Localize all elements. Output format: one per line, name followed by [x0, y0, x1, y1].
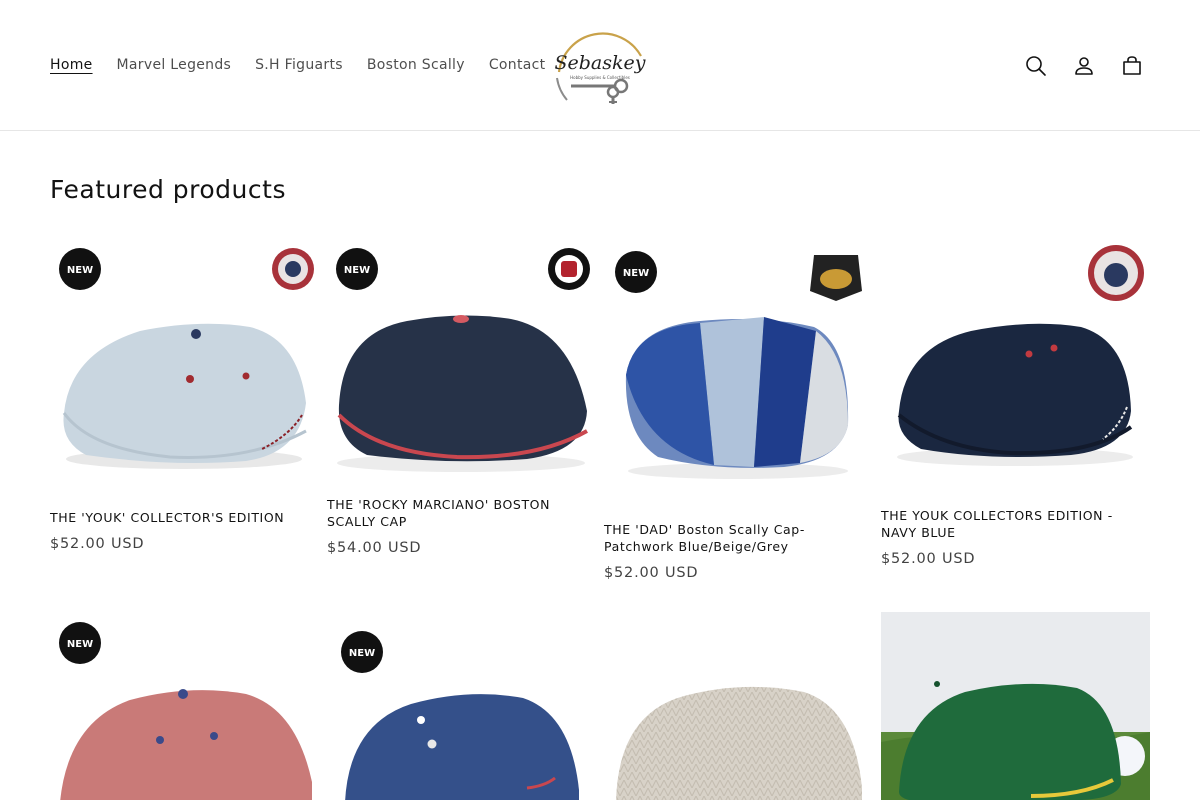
product-card[interactable]: NEW THE 'ROCKY MARCIANO' BOSTON SCALLY C… [327, 235, 596, 556]
product-image[interactable] [881, 612, 1150, 800]
product-image[interactable]: NEW [50, 235, 319, 490]
svg-text:NEW: NEW [344, 265, 370, 276]
product-title[interactable]: THE 'YOUK' COLLECTOR'S EDITION [50, 509, 319, 526]
product-image[interactable] [604, 612, 873, 800]
nav-item-contact[interactable]: Contact [477, 54, 558, 76]
product-card[interactable] [881, 612, 1150, 800]
product-price: $54.00 USD [327, 540, 422, 556]
site-header: Home Marvel Legends S.H Figuarts Boston … [0, 0, 1200, 131]
svg-text:NEW: NEW [67, 639, 93, 650]
svg-text:NEW: NEW [67, 265, 93, 276]
product-image[interactable] [881, 235, 1150, 490]
product-price: $52.00 USD [881, 551, 976, 567]
product-card[interactable]: NEW THE 'DAD' Boston Scally Cap-Patchwor… [604, 235, 873, 581]
product-card[interactable] [604, 612, 873, 800]
svg-text:Sebaskey: Sebaskey [555, 52, 646, 74]
site-logo[interactable]: Sebaskey Hobby Supplies & Collectibles [553, 26, 647, 106]
product-price: $52.00 USD [604, 565, 699, 581]
main-nav: Home Marvel Legends S.H Figuarts Boston … [38, 54, 557, 76]
product-image[interactable]: NEW [327, 612, 596, 800]
account-icon [1075, 57, 1093, 75]
nav-item-sh-figuarts[interactable]: S.H Figuarts [243, 54, 355, 76]
svg-text:NEW: NEW [349, 648, 375, 659]
header-icons [1014, 44, 1154, 88]
section-title: Featured products [50, 175, 286, 204]
search-icon [1026, 56, 1046, 76]
svg-text:NEW: NEW [623, 268, 649, 279]
logo-image: Sebaskey Hobby Supplies & Collectibles [555, 26, 646, 106]
product-price: $52.00 USD [50, 536, 145, 552]
product-card[interactable]: NEW [50, 612, 319, 800]
account-button[interactable] [1062, 44, 1106, 88]
product-card[interactable]: NEW [327, 612, 596, 800]
product-card[interactable]: NEW THE 'YOUK' COLLECTOR'S EDITION $52.0… [50, 235, 319, 552]
product-title[interactable]: THE 'DAD' Boston Scally Cap-Patchwork Bl… [604, 521, 873, 555]
product-image[interactable]: NEW [327, 235, 596, 480]
product-image[interactable]: NEW [604, 235, 873, 507]
product-card[interactable]: THE YOUK COLLECTORS EDITION - NAVY BLUE … [881, 235, 1150, 567]
cart-button[interactable] [1110, 44, 1154, 88]
product-image[interactable]: NEW [50, 612, 319, 800]
product-title[interactable]: THE 'ROCKY MARCIANO' BOSTON SCALLY CAP [327, 496, 596, 530]
search-button[interactable] [1014, 44, 1058, 88]
nav-item-boston-scally[interactable]: Boston Scally [355, 54, 477, 76]
nav-item-home[interactable]: Home [38, 54, 105, 76]
product-title[interactable]: THE YOUK COLLECTORS EDITION - NAVY BLUE [881, 507, 1150, 541]
nav-item-marvel-legends[interactable]: Marvel Legends [105, 54, 244, 76]
cart-icon [1123, 56, 1141, 75]
